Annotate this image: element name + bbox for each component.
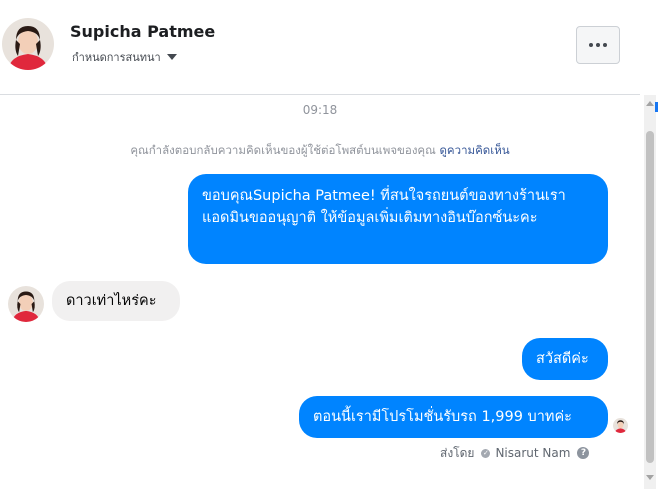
sent-by-label: ส่งโดย <box>440 445 475 460</box>
caret-down-icon <box>166 54 177 60</box>
sent-by-info: ส่งโดย ✓ Nisarut Nam ? <box>440 445 590 461</box>
sent-by-name: Nisarut Nam <box>495 446 571 460</box>
outgoing-message[interactable]: ตอนนี้เรามีโปรโมชั่นรับรถ 1,999 บาทค่ะ <box>299 396 608 438</box>
outgoing-message[interactable]: ขอบคุณSupicha Patmee! ที่สนใจรถยนต์ของทา… <box>188 174 608 264</box>
contact-name[interactable]: Supicha Patmee <box>70 22 215 41</box>
contact-avatar-small[interactable] <box>8 286 44 322</box>
more-dots-icon <box>589 43 593 47</box>
notice-text: คุณกำลังตอบกลับความคิดเห็นของผู้ใช้ต่อโพ… <box>130 143 436 157</box>
view-comment-link[interactable]: ดูความคิดเห็น <box>439 143 509 157</box>
more-dot <box>603 43 607 47</box>
outgoing-message[interactable]: สวัสดีค่ะ <box>522 338 608 380</box>
messages-scrollbar[interactable] <box>644 95 656 489</box>
check-icon: ✓ <box>481 448 491 458</box>
header-divider <box>0 94 640 95</box>
scroll-thumb[interactable] <box>646 131 654 463</box>
seen-avatar-icon <box>613 418 628 433</box>
scroll-down-icon[interactable] <box>646 475 654 480</box>
more-dot <box>596 43 600 47</box>
conversation-header: Supicha Patmee กำหนดการสนทนา <box>0 0 640 94</box>
more-options-button[interactable] <box>576 26 620 64</box>
help-icon[interactable]: ? <box>577 447 590 459</box>
message-timestamp: 09:18 <box>302 103 338 117</box>
incoming-message[interactable]: ดาวเท่าไหร่คะ <box>52 281 180 321</box>
customize-conversation-dropdown[interactable]: กำหนดการสนทนา <box>72 48 177 66</box>
customize-conversation-label: กำหนดการสนทนา <box>72 51 161 64</box>
contact-avatar[interactable] <box>2 18 54 70</box>
scroll-up-icon[interactable] <box>646 101 654 106</box>
reply-context-notice: คุณกำลังตอบกลับความคิดเห็นของผู้ใช้ต่อโพ… <box>0 142 640 160</box>
